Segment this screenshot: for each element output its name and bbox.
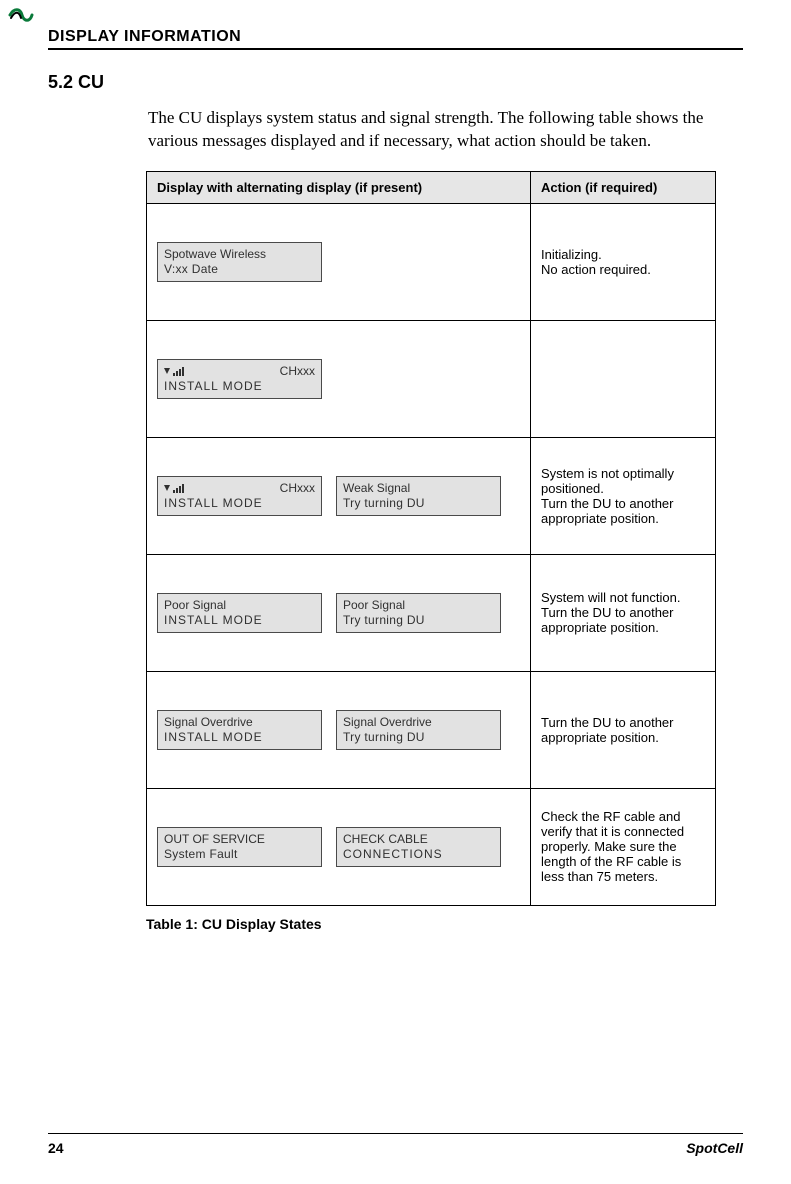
table-row: Signal OverdriveINSTALL MODE Signal Overd… [147,671,716,788]
table-row: CHxxxINSTALL MODE Weak SignalTry turning … [147,437,716,554]
table-row: Spotwave WirelessV:xx Date Initializing.N… [147,203,716,320]
cell-action: System is not optimally positioned.Turn … [531,437,716,554]
table-caption: Table 1: CU Display States [146,916,743,932]
cell-display: OUT OF SERVICESystem Fault CHECK CABLECON… [147,788,531,905]
lcd-display: CHxxxINSTALL MODE [157,476,322,516]
page-header: DISPLAY INFORMATION [48,28,743,50]
table-header-display: Display with alternating display (if pre… [147,171,531,203]
cell-display: CHxxxINSTALL MODE [147,320,531,437]
lcd-display: CHxxxINSTALL MODE [157,359,322,399]
page-number: 24 [48,1140,64,1156]
cell-display: Signal OverdriveINSTALL MODE Signal Overd… [147,671,531,788]
table-header-action: Action (if required) [531,171,716,203]
footer-brand: SpotCell [686,1140,743,1156]
display-states-table: Display with alternating display (if pre… [146,171,716,906]
section-body: The CU displays system status and signal… [148,107,743,153]
lcd-display: Weak SignalTry turning DU [336,476,501,516]
signal-icon [164,367,184,376]
lcd-display: Signal OverdriveTry turning DU [336,710,501,750]
lcd-display: Signal OverdriveINSTALL MODE [157,710,322,750]
cell-action: Initializing.No action required. [531,203,716,320]
cell-action: Turn the DU to another appropriate posit… [531,671,716,788]
lcd-display: Poor SignalINSTALL MODE [157,593,322,633]
table-row: Poor SignalINSTALL MODE Poor SignalTry tu… [147,554,716,671]
lcd-display: CHECK CABLECONNECTIONS [336,827,501,867]
brand-logo-icon [8,6,34,29]
lcd-display: Spotwave WirelessV:xx Date [157,242,322,282]
cell-display: Spotwave WirelessV:xx Date [147,203,531,320]
lcd-display: OUT OF SERVICESystem Fault [157,827,322,867]
cell-display: Poor SignalINSTALL MODE Poor SignalTry tu… [147,554,531,671]
cell-display: CHxxxINSTALL MODE Weak SignalTry turning … [147,437,531,554]
cell-action: System will not function. Turn the DU to… [531,554,716,671]
page-header-title: DISPLAY INFORMATION [48,28,241,45]
page-footer: 24 SpotCell [48,1133,743,1156]
table-row: CHxxxINSTALL MODE [147,320,716,437]
cell-action: Check the RF cable and verify that it is… [531,788,716,905]
section-heading: 5.2 CU [48,72,743,93]
lcd-display: Poor SignalTry turning DU [336,593,501,633]
cell-action [531,320,716,437]
signal-icon [164,484,184,493]
table-row: OUT OF SERVICESystem Fault CHECK CABLECON… [147,788,716,905]
